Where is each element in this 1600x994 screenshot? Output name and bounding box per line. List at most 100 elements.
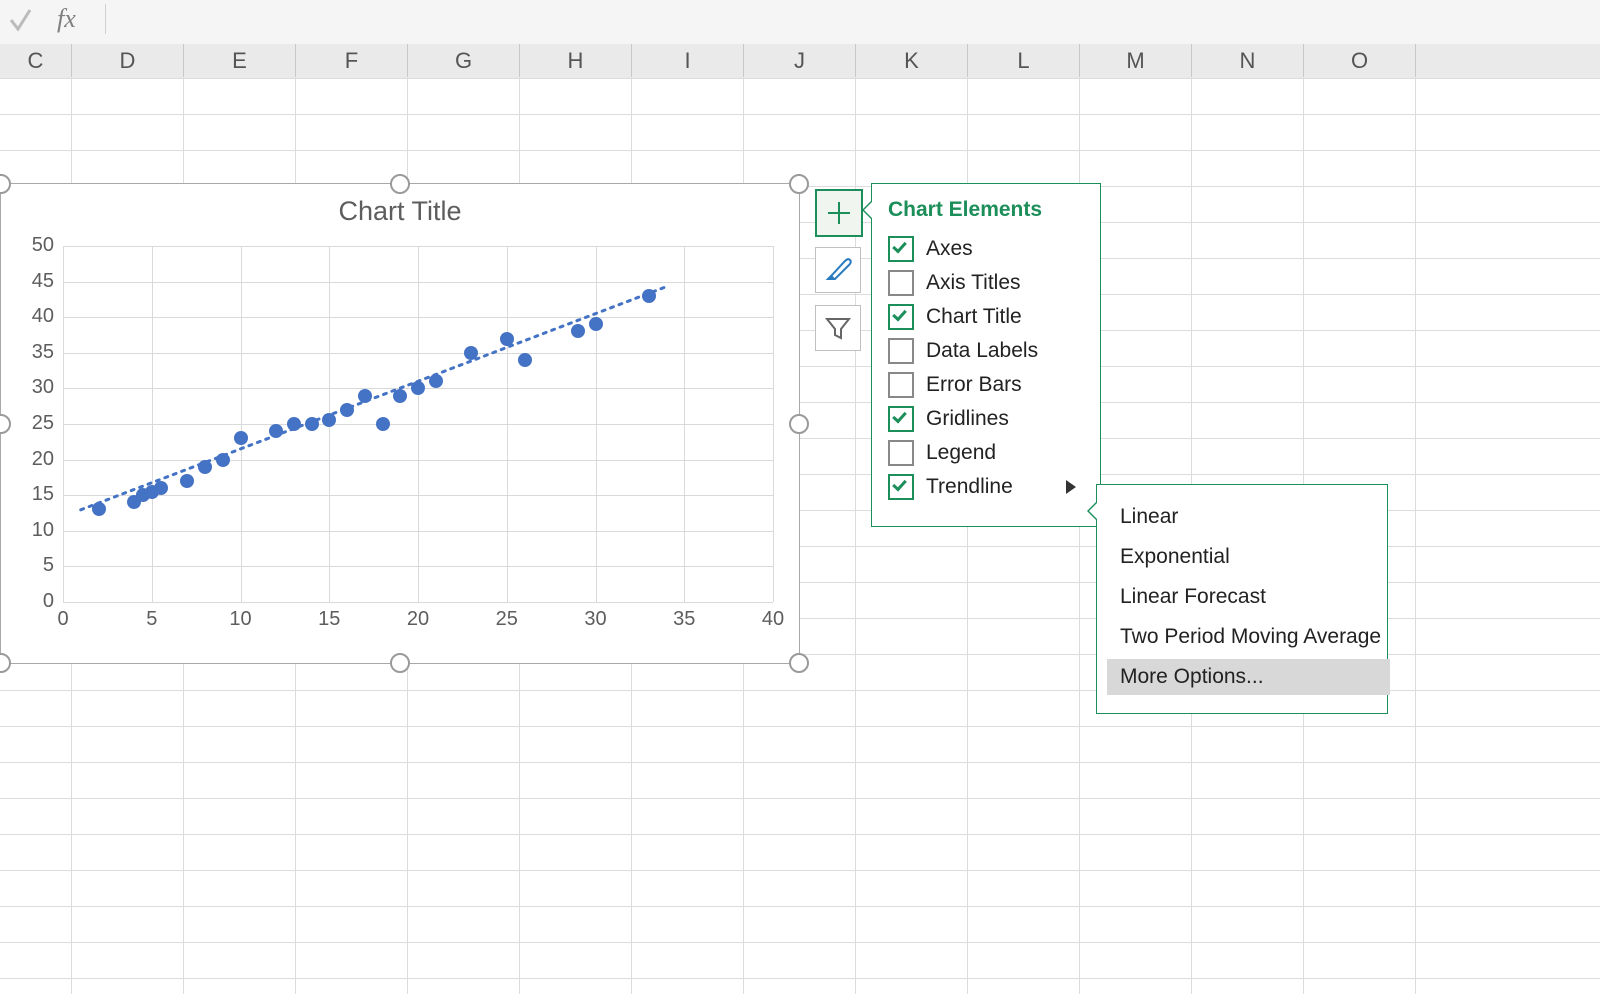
chart-element-label: Axes — [926, 237, 973, 260]
gridline-horizontal — [0, 942, 1600, 943]
selection-handle[interactable] — [789, 174, 809, 194]
gridline-horizontal — [0, 78, 1600, 79]
x-tick-label: 25 — [487, 608, 527, 631]
trendline-submenu: Linear Exponential Linear Forecast Two Peri… — [1096, 484, 1388, 714]
trendline[interactable] — [63, 246, 773, 602]
data-point[interactable] — [411, 381, 425, 395]
flyout-title: Chart Elements — [888, 198, 1042, 222]
column-header-G[interactable]: G — [408, 44, 520, 77]
chart-element-label: Axis Titles — [926, 271, 1021, 294]
x-tick-label: 20 — [398, 608, 438, 631]
checkbox[interactable] — [888, 304, 914, 330]
chart-element-item[interactable]: Gridlines — [888, 406, 1088, 436]
gridline-horizontal — [0, 114, 1600, 115]
cancel-icon[interactable] — [6, 6, 34, 34]
y-tick-label: 40 — [14, 305, 54, 328]
chart-element-item[interactable]: Error Bars — [888, 372, 1088, 402]
data-point[interactable] — [589, 317, 603, 331]
data-point[interactable] — [571, 324, 585, 338]
data-point[interactable] — [642, 289, 656, 303]
data-point[interactable] — [305, 417, 319, 431]
data-point[interactable] — [518, 353, 532, 367]
data-point[interactable] — [393, 389, 407, 403]
data-point[interactable] — [358, 389, 372, 403]
column-header-L[interactable]: L — [968, 44, 1080, 77]
column-header-C[interactable]: C — [0, 44, 72, 77]
chart-element-label: Gridlines — [926, 407, 1009, 430]
checkbox[interactable] — [888, 406, 914, 432]
column-header-H[interactable]: H — [520, 44, 632, 77]
selection-handle[interactable] — [789, 653, 809, 673]
trendline-option[interactable]: More Options... — [1107, 659, 1390, 695]
gridline-horizontal — [0, 798, 1600, 799]
y-tick-label: 45 — [14, 270, 54, 293]
checkbox[interactable] — [888, 270, 914, 296]
selection-handle[interactable] — [390, 653, 410, 673]
data-point[interactable] — [500, 332, 514, 346]
chart-styles-button[interactable] — [815, 247, 861, 293]
data-point[interactable] — [180, 474, 194, 488]
trendline-option[interactable]: Linear — [1107, 499, 1390, 535]
chart-element-label: Chart Title — [926, 305, 1022, 328]
formula-bar: fx — [0, 0, 1600, 45]
column-header-K[interactable]: K — [856, 44, 968, 77]
fx-label[interactable]: fx — [57, 4, 106, 34]
data-point[interactable] — [287, 417, 301, 431]
chart-elements-button[interactable] — [815, 189, 863, 237]
y-tick-label: 5 — [14, 554, 54, 577]
data-point[interactable] — [464, 346, 478, 360]
chart-elements-flyout: Chart Elements Axes Axis Titles Chart Titl… — [871, 183, 1101, 527]
column-header-E[interactable]: E — [184, 44, 296, 77]
gridline-horizontal — [0, 762, 1600, 763]
x-tick-label: 30 — [576, 608, 616, 631]
chart-element-item[interactable]: Data Labels — [888, 338, 1088, 368]
data-point[interactable] — [322, 413, 336, 427]
data-point[interactable] — [376, 417, 390, 431]
submenu-arrow-icon[interactable] — [1064, 478, 1078, 502]
chart-element-item[interactable]: Trendline — [888, 474, 1088, 504]
selection-handle[interactable] — [390, 174, 410, 194]
data-point[interactable] — [92, 502, 106, 516]
chart-element-item[interactable]: Axis Titles — [888, 270, 1088, 300]
chart-element-item[interactable]: Chart Title — [888, 304, 1088, 334]
data-point[interactable] — [429, 374, 443, 388]
plot-area[interactable] — [63, 246, 773, 602]
data-point[interactable] — [269, 424, 283, 438]
column-header-O[interactable]: O — [1304, 44, 1416, 77]
trendline-option[interactable]: Two Period Moving Average — [1107, 619, 1390, 655]
column-header-M[interactable]: M — [1080, 44, 1192, 77]
column-header-F[interactable]: F — [296, 44, 408, 77]
chart-object[interactable]: Chart Title 0510152025303540455005101520… — [0, 183, 800, 664]
x-tick-label: 35 — [664, 608, 704, 631]
column-header-J[interactable]: J — [744, 44, 856, 77]
chart-element-item[interactable]: Legend — [888, 440, 1088, 470]
gridline-horizontal — [0, 870, 1600, 871]
chart-title[interactable]: Chart Title — [1, 196, 799, 227]
chart-filter-button[interactable] — [815, 305, 861, 351]
data-point[interactable] — [234, 431, 248, 445]
data-point[interactable] — [340, 403, 354, 417]
trendline-option[interactable]: Exponential — [1107, 539, 1390, 575]
chart-element-label: Data Labels — [926, 339, 1038, 362]
gridline-vertical — [1415, 78, 1416, 994]
checkbox[interactable] — [888, 474, 914, 500]
checkbox[interactable] — [888, 236, 914, 262]
formula-input[interactable] — [106, 4, 1598, 36]
selection-handle[interactable] — [789, 414, 809, 434]
checkbox[interactable] — [888, 338, 914, 364]
y-tick-label: 35 — [14, 341, 54, 364]
column-header-I[interactable]: I — [632, 44, 744, 77]
checkbox[interactable] — [888, 372, 914, 398]
data-point[interactable] — [216, 453, 230, 467]
checkbox[interactable] — [888, 440, 914, 466]
column-header-D[interactable]: D — [72, 44, 184, 77]
submenu-pointer — [1087, 501, 1097, 521]
column-header-N[interactable]: N — [1192, 44, 1304, 77]
x-tick-label: 5 — [132, 608, 172, 631]
x-tick-label: 40 — [753, 608, 793, 631]
data-point[interactable] — [154, 481, 168, 495]
gridline-horizontal — [0, 978, 1600, 979]
data-point[interactable] — [198, 460, 212, 474]
trendline-option[interactable]: Linear Forecast — [1107, 579, 1390, 615]
chart-element-item[interactable]: Axes — [888, 236, 1088, 266]
